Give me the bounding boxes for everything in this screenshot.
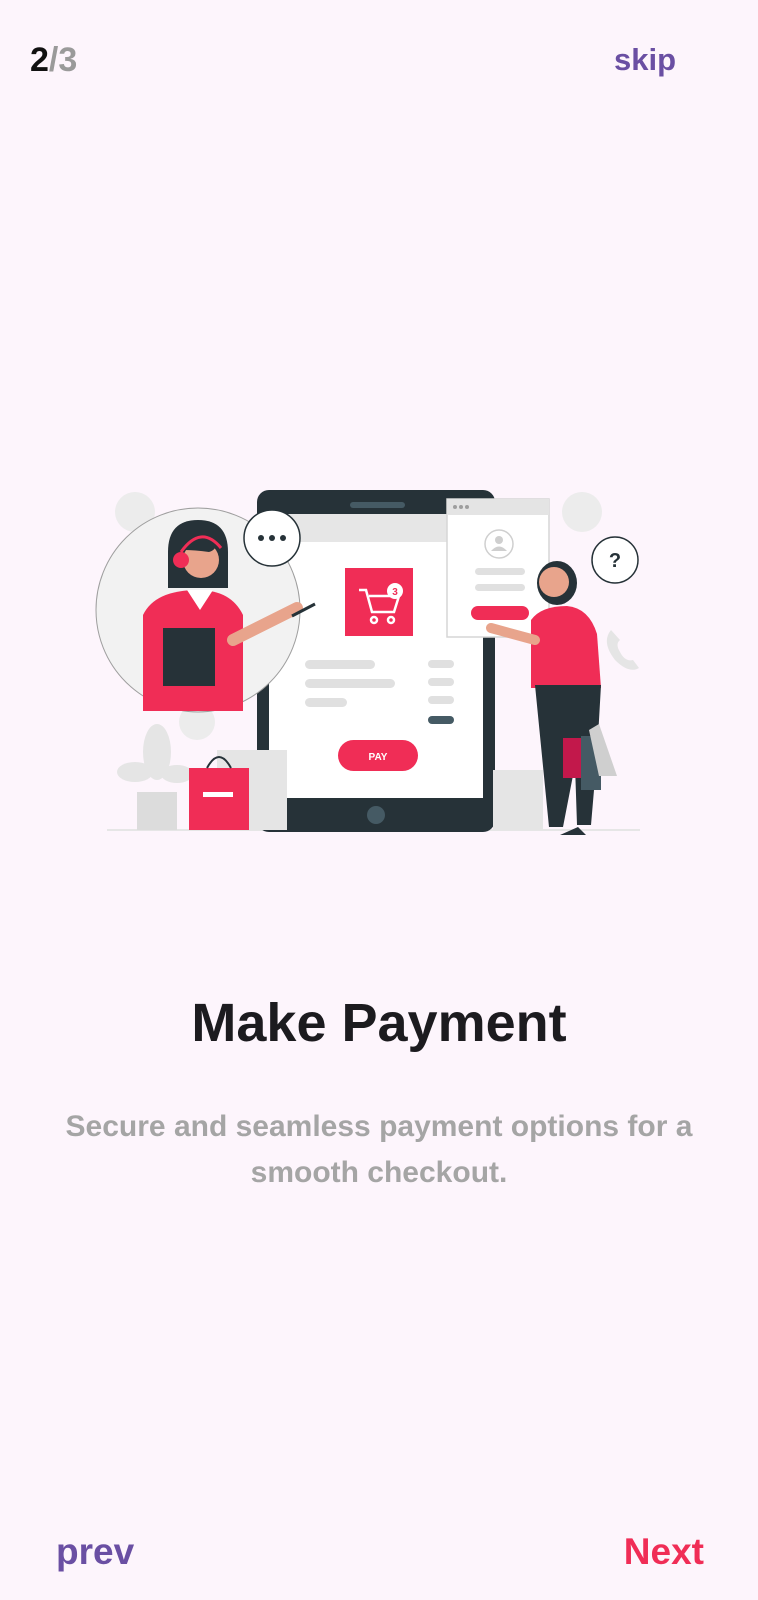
page-title: Make Payment (191, 993, 567, 1053)
cart-badge: 3 (392, 587, 398, 598)
profile-card (446, 498, 550, 638)
page-indicator: 2/3 (30, 38, 77, 82)
skip-button[interactable]: skip (614, 38, 676, 82)
pay-label: PAY (369, 752, 388, 763)
prev-button[interactable]: prev (56, 1528, 134, 1576)
plant-icon (117, 724, 193, 830)
question-mark: ? (609, 550, 621, 572)
phone-icon (606, 630, 639, 670)
next-button[interactable]: Next (624, 1528, 704, 1576)
page-separator: / (48, 41, 59, 79)
current-page: 2 (30, 41, 49, 79)
page-subtitle: Secure and seamless payment options for … (65, 1110, 693, 1189)
question-bubble-icon: ? (591, 536, 639, 584)
total-pages: 3 (58, 41, 78, 79)
payment-illustration: 3 PAY ? (95, 490, 640, 835)
chat-bubble-icon (243, 509, 301, 567)
